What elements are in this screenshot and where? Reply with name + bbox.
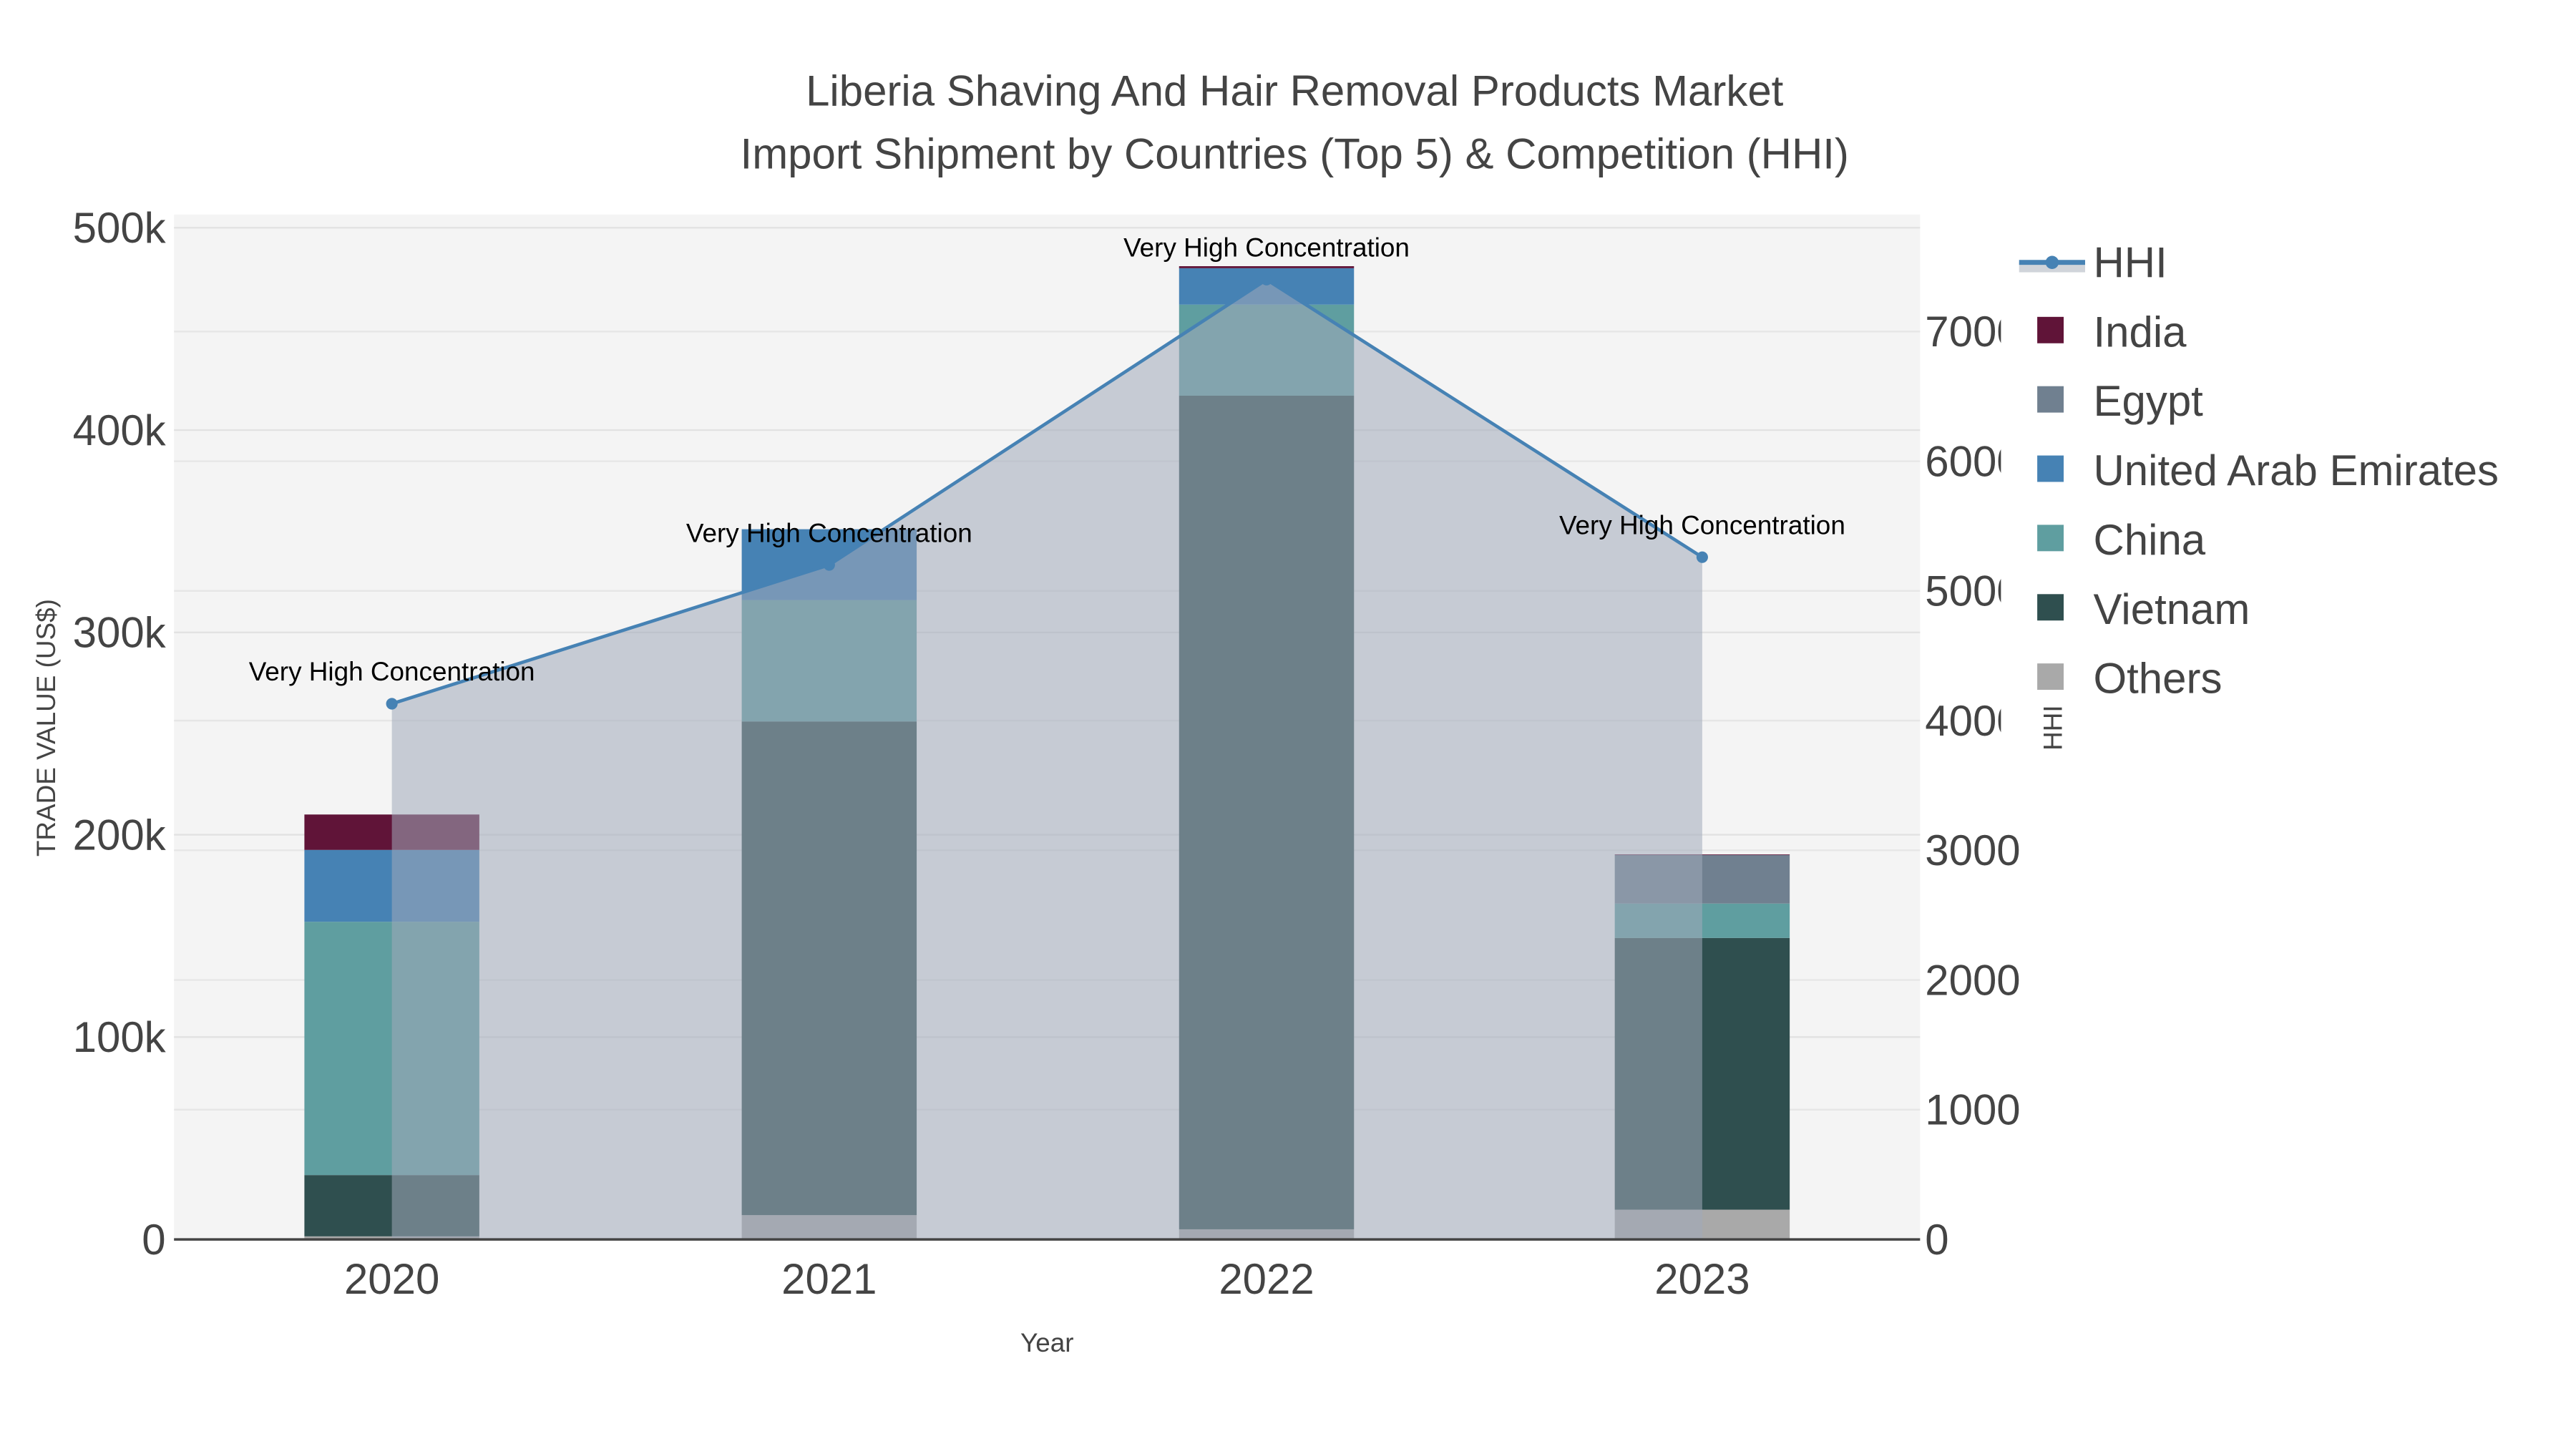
hhi-annotation: Very High Concentration (686, 518, 972, 547)
hhi-annotation: Very High Concentration (1123, 233, 1410, 262)
chart-title-line1: Liberia Shaving And Hair Removal Product… (806, 67, 1784, 115)
y2-tick-label: 0 (1925, 1216, 1948, 1264)
legend-hhi-marker (2045, 255, 2059, 269)
hhi-point-2023 (1696, 551, 1708, 563)
y2-tick-label: 3000 (1925, 826, 2020, 874)
x-tick-label: 2022 (1219, 1255, 1314, 1303)
legend-label: Egypt (2094, 377, 2204, 425)
y-axis-ticks: 0 100k 200k 300k 400k 500k (73, 204, 167, 1264)
x-axis-title: Year (1020, 1328, 1074, 1357)
y-tick-label: 100k (73, 1013, 167, 1061)
x-tick-label: 2023 (1654, 1255, 1750, 1303)
legend-label: United Arab Emirates (2094, 447, 2499, 494)
y2-tick-label: 1000 (1925, 1086, 2020, 1134)
x-tick-label: 2021 (781, 1255, 877, 1303)
legend-swatch-united-arab-emirates (2037, 455, 2064, 482)
y-tick-label: 200k (73, 811, 167, 859)
legend-label: India (2094, 308, 2187, 356)
y2-tick-label: 2000 (1925, 956, 2020, 1004)
chart-title-line2: Import Shipment by Countries (Top 5) & C… (741, 130, 1849, 177)
legend-swatch-vietnam (2037, 594, 2064, 621)
y-axis-title: TRADE VALUE (US$) (31, 599, 61, 857)
x-axis-ticks: 2020 2021 2022 2023 (344, 1255, 1750, 1303)
hhi-annotation: Very High Concentration (1559, 510, 1845, 540)
hhi-point-2020 (386, 698, 398, 710)
legend-swatch-india (2037, 316, 2064, 343)
legend-label: China (2094, 516, 2206, 564)
legend-swatch-egypt (2037, 386, 2064, 413)
legend-label: Vietnam (2094, 585, 2250, 633)
legend-swatch-china (2037, 525, 2064, 552)
hhi-point-2021 (823, 559, 835, 571)
hhi-point-2022 (1260, 273, 1273, 286)
y-tick-label: 500k (73, 204, 167, 252)
hhi-annotation: Very High Concentration (249, 657, 535, 686)
legend-label: Others (2094, 655, 2223, 703)
y2-axis-title: HHI (2039, 705, 2068, 751)
y-tick-label: 400k (73, 406, 167, 454)
y-tick-label: 300k (73, 609, 167, 657)
chart: Very High Concentration Very High Concent… (31, 67, 2575, 1357)
y-tick-label: 0 (142, 1216, 165, 1264)
bar-india-2022 (1179, 266, 1355, 268)
legend-label: HHI (2094, 238, 2167, 286)
legend-swatch-others (2037, 663, 2064, 691)
x-tick-label: 2020 (344, 1255, 439, 1303)
